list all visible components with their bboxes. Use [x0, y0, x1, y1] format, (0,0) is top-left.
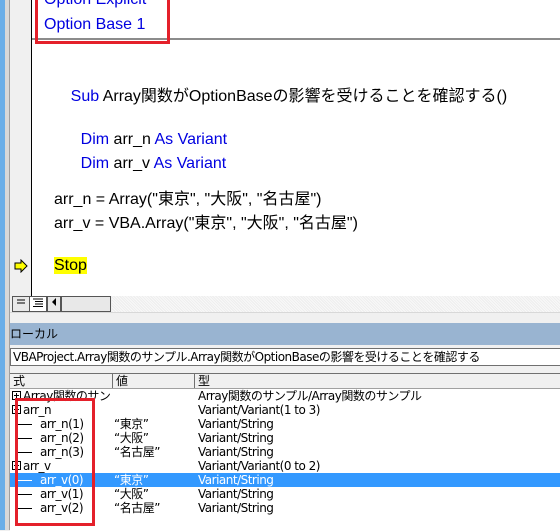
- code-area[interactable]: Option Explicit Option Base 1 Sub Array関…: [32, 0, 560, 296]
- type-cell: Variant/String: [198, 431, 274, 445]
- keyword-dim: Dim: [80, 155, 110, 172]
- type-cell: Variant/String: [198, 473, 274, 487]
- var-name: arr_v: [109, 155, 154, 172]
- annotation-box-array-items: [15, 398, 95, 526]
- type-cell: Variant/String: [198, 417, 274, 431]
- value-cell: “名古屋”: [114, 445, 160, 459]
- type-cell: Array関数のサンプル/Array関数のサンプル: [198, 389, 422, 403]
- code-line-assign-arr-n: arr_n = Array("東京", "大阪", "名古屋"): [54, 191, 322, 208]
- code-line-dim-arr-v: Dim arr_v As Variant: [54, 137, 227, 191]
- pane-splitter[interactable]: [10, 312, 560, 323]
- locals-context[interactable]: VBAProject.Array関数のサンプル.Array関数がOptionBa…: [10, 348, 560, 366]
- current-statement-highlight: Stop: [54, 257, 87, 274]
- sub-name: Array関数がOptionBaseの影響を受けることを確認する(): [99, 88, 508, 105]
- scrollbar-thumb[interactable]: [61, 296, 111, 312]
- column-header-expression[interactable]: 式: [10, 374, 113, 388]
- code-line-stop: Stop: [54, 257, 87, 275]
- value-cell: “東京”: [114, 473, 149, 487]
- keyword-sub: Sub: [70, 88, 100, 105]
- scroll-left-icon[interactable]: [47, 296, 61, 312]
- column-header-type[interactable]: 型: [194, 374, 558, 388]
- locals-window-title: ローカル: [10, 323, 560, 345]
- margin-indicator-bar[interactable]: [10, 0, 32, 296]
- locals-header: 式 値 型: [10, 374, 560, 389]
- arrow-right-icon: [14, 259, 28, 273]
- full-module-view-icon[interactable]: [29, 296, 47, 312]
- value-cell: “東京”: [114, 417, 149, 431]
- value-cell: “大阪”: [114, 431, 149, 445]
- procedure-view-icon[interactable]: [12, 296, 30, 312]
- keyword-as-variant: As Variant: [153, 155, 227, 172]
- type-cell: Variant/String: [198, 487, 274, 501]
- annotation-box-option-base: [35, 0, 170, 44]
- type-cell: Variant/Variant(1 to 3): [198, 403, 320, 417]
- value-cell: “大阪”: [114, 487, 149, 501]
- type-cell: Variant/String: [198, 445, 274, 459]
- column-header-value[interactable]: 値: [112, 374, 196, 388]
- code-line-assign-arr-v: arr_v = VBA.Array("東京", "大阪", "名古屋"): [54, 215, 358, 232]
- value-cell: “名古屋”: [114, 501, 160, 515]
- code-editor[interactable]: Option Explicit Option Base 1 Sub Array関…: [10, 0, 560, 296]
- editor-horizontal-scrollbar[interactable]: [10, 296, 560, 312]
- type-cell: Variant/Variant(0 to 2): [198, 459, 320, 473]
- scrollbar-track[interactable]: [112, 296, 560, 312]
- type-cell: Variant/String: [198, 501, 274, 515]
